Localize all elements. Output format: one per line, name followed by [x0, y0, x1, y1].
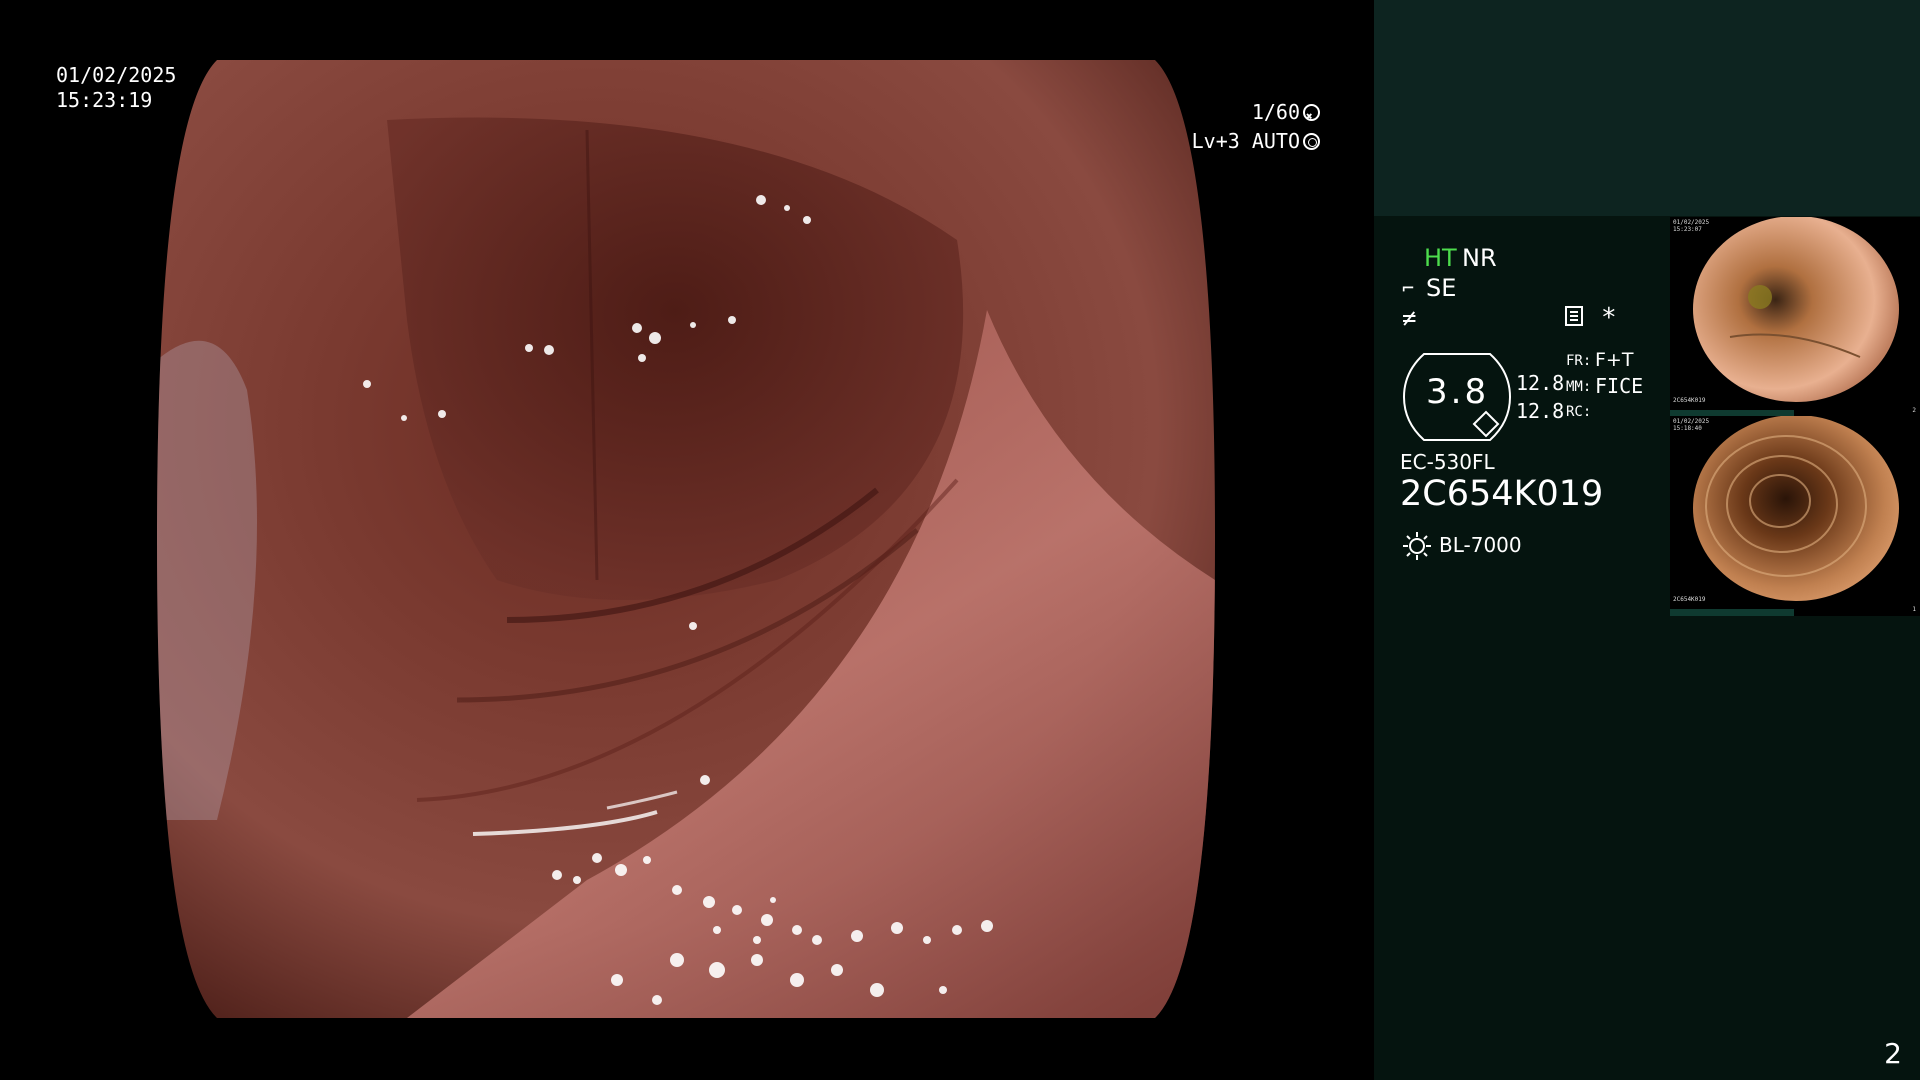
- info-panel: HT NR ⌐ SE ≠ * 3.8 12.8 12.8 FR: F+T MM:…: [1374, 0, 1920, 1080]
- thumbnail-time: 15:18:40: [1673, 425, 1702, 432]
- rc-label: RC:: [1566, 404, 1592, 420]
- light-source-name: BL-7000: [1439, 533, 1522, 557]
- thumbnail-index: 2: [1912, 407, 1916, 414]
- thumbnail-date: 01/02/2025: [1673, 219, 1710, 226]
- shutter-icon: [1303, 102, 1320, 131]
- ht-mode-label: HT: [1424, 244, 1457, 272]
- scope-model: EC-530FL: [1400, 450, 1495, 474]
- parameter-value-b: 12.8: [1516, 399, 1565, 423]
- nr-mode-label: NR: [1462, 244, 1497, 272]
- scope-serial: 2C654K019: [1400, 474, 1604, 514]
- thumbnail-bar: [1670, 609, 1794, 616]
- captured-thumbnail[interactable]: 01/02/2025 15:18:40 2C654K019 1: [1670, 416, 1920, 616]
- light-source-icon: [1403, 532, 1431, 560]
- fr-value: F+T: [1595, 349, 1634, 371]
- panel-header: [1374, 0, 1920, 216]
- fr-label: FR:: [1566, 353, 1592, 369]
- iris-icon: [1303, 133, 1320, 150]
- thumbnail-serial: 2C654K019: [1673, 596, 1706, 603]
- star-icon: *: [1601, 303, 1617, 333]
- shutter-text: 1/60: [1251, 100, 1300, 124]
- document-icon: [1565, 306, 1583, 326]
- mm-value: FICE: [1595, 374, 1644, 398]
- mm-label: MM:: [1566, 379, 1592, 395]
- thumbnail-serial: 2C654K019: [1673, 397, 1706, 404]
- flash-icon: ≠: [1402, 304, 1417, 332]
- thumbnail-date: 01/02/2025: [1673, 418, 1710, 425]
- se-mode-label: SE: [1426, 274, 1457, 302]
- thumbnail-time: 15:23:07: [1673, 226, 1702, 233]
- captured-thumbnail[interactable]: 01/02/2025 15:23:07 2C654K019 2: [1670, 217, 1920, 417]
- thumbnail-image: [1693, 416, 1899, 601]
- endoscope-image: [157, 60, 1215, 1018]
- enhancement-icon: ⌐: [1402, 276, 1415, 300]
- page-number: 2: [1884, 1037, 1902, 1070]
- thumbnail-image: [1693, 217, 1899, 402]
- zoom-value: 3.8: [1426, 372, 1490, 412]
- thumbnail-index: 1: [1912, 606, 1916, 613]
- parameter-value-a: 12.8: [1516, 371, 1565, 395]
